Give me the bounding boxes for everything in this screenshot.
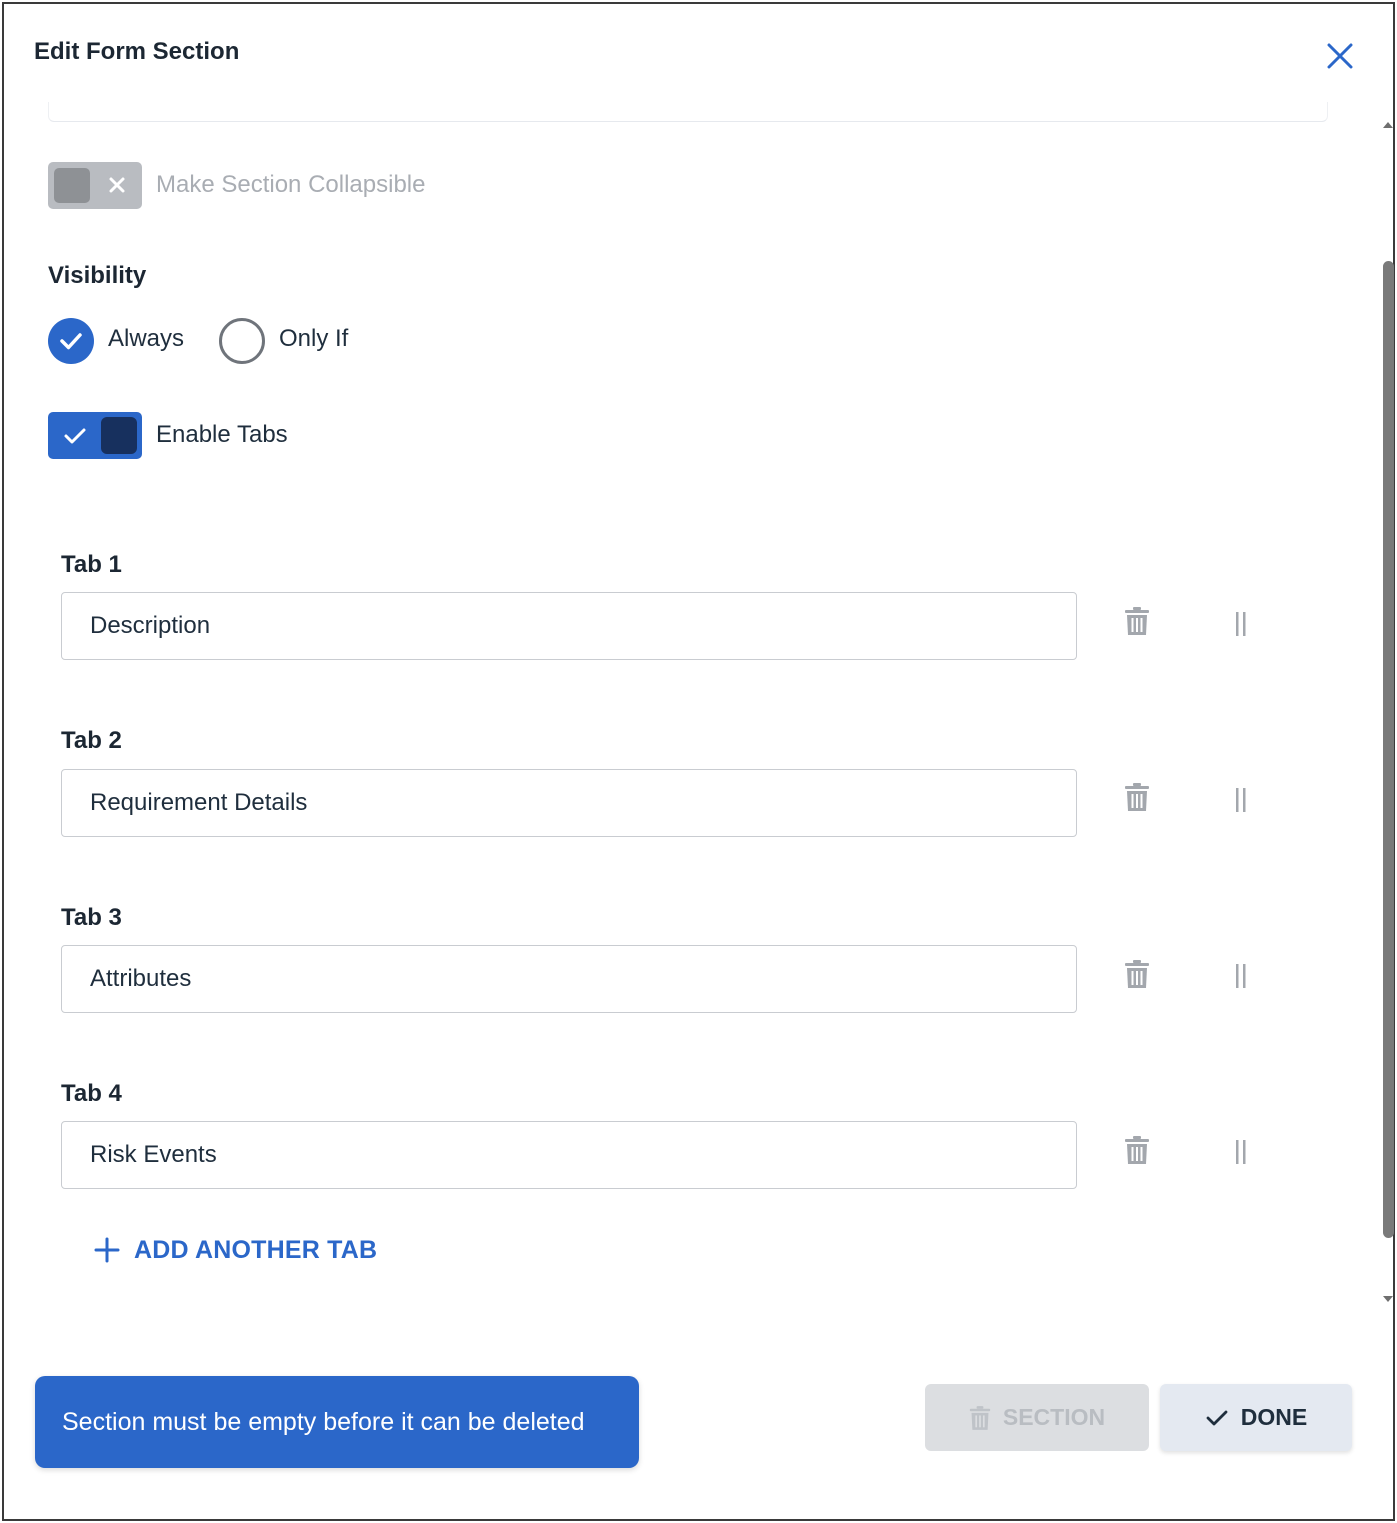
add-another-tab-label: ADD ANOTHER TAB	[134, 1235, 378, 1264]
check-icon	[1206, 1410, 1228, 1425]
check-icon	[64, 428, 86, 444]
enable-tabs-label: Enable Tabs	[156, 421, 288, 448]
radio-only-if[interactable]	[219, 318, 265, 364]
drag-handle-icon[interactable]	[1233, 786, 1249, 816]
tab-name-input[interactable]	[61, 945, 1077, 1013]
scrollbar-thumb[interactable]	[1383, 261, 1394, 1238]
tab-label: Tab 1	[61, 551, 122, 578]
enable-tabs-toggle[interactable]	[48, 412, 142, 459]
toggle-knob	[101, 417, 137, 454]
tab-name-input[interactable]	[61, 769, 1077, 837]
trash-icon	[969, 1405, 991, 1430]
radio-only-if-label: Only If	[279, 325, 349, 352]
trash-icon[interactable]	[1124, 782, 1150, 812]
drag-handle-icon[interactable]	[1233, 1138, 1249, 1168]
close-button[interactable]	[1322, 38, 1358, 74]
scroll-down-arrow-icon[interactable]	[1381, 1292, 1395, 1306]
done-button[interactable]: DONE	[1160, 1384, 1352, 1451]
toast-text: Section must be empty before it can be d…	[62, 1407, 585, 1436]
dialog-title: Edit Form Section	[34, 38, 240, 65]
close-icon	[1327, 43, 1353, 69]
delete-section-label: SECTION	[1002, 1404, 1106, 1430]
scrolled-field-edge	[48, 102, 1328, 122]
check-icon	[60, 333, 82, 350]
drag-handle-icon[interactable]	[1233, 962, 1249, 992]
tab-name-input[interactable]	[61, 1121, 1077, 1189]
done-label: DONE	[1240, 1404, 1308, 1430]
collapsible-label: Make Section Collapsible	[156, 171, 426, 198]
tab-label: Tab 2	[61, 727, 122, 754]
radio-always-label: Always	[108, 325, 185, 352]
trash-icon[interactable]	[1124, 606, 1150, 636]
trash-icon[interactable]	[1124, 1135, 1150, 1165]
toggle-knob	[54, 168, 90, 203]
plus-icon	[94, 1237, 120, 1263]
x-icon	[109, 177, 125, 193]
trash-icon[interactable]	[1124, 959, 1150, 989]
add-another-tab-button[interactable]: ADD ANOTHER TAB	[94, 1232, 377, 1268]
edit-form-section-dialog: Edit Form Section Make Section Collapsib…	[2, 2, 1395, 1521]
tab-label: Tab 3	[61, 904, 122, 931]
delete-section-button[interactable]: SECTION	[925, 1384, 1149, 1451]
tab-name-input[interactable]	[61, 592, 1077, 660]
scroll-up-arrow-icon[interactable]	[1381, 118, 1395, 132]
collapsible-toggle[interactable]	[48, 162, 142, 209]
drag-handle-icon[interactable]	[1233, 610, 1249, 640]
radio-always[interactable]	[48, 318, 94, 364]
tab-label: Tab 4	[61, 1080, 122, 1107]
toast-message: Section must be empty before it can be d…	[35, 1376, 639, 1468]
visibility-heading: Visibility	[48, 262, 147, 289]
